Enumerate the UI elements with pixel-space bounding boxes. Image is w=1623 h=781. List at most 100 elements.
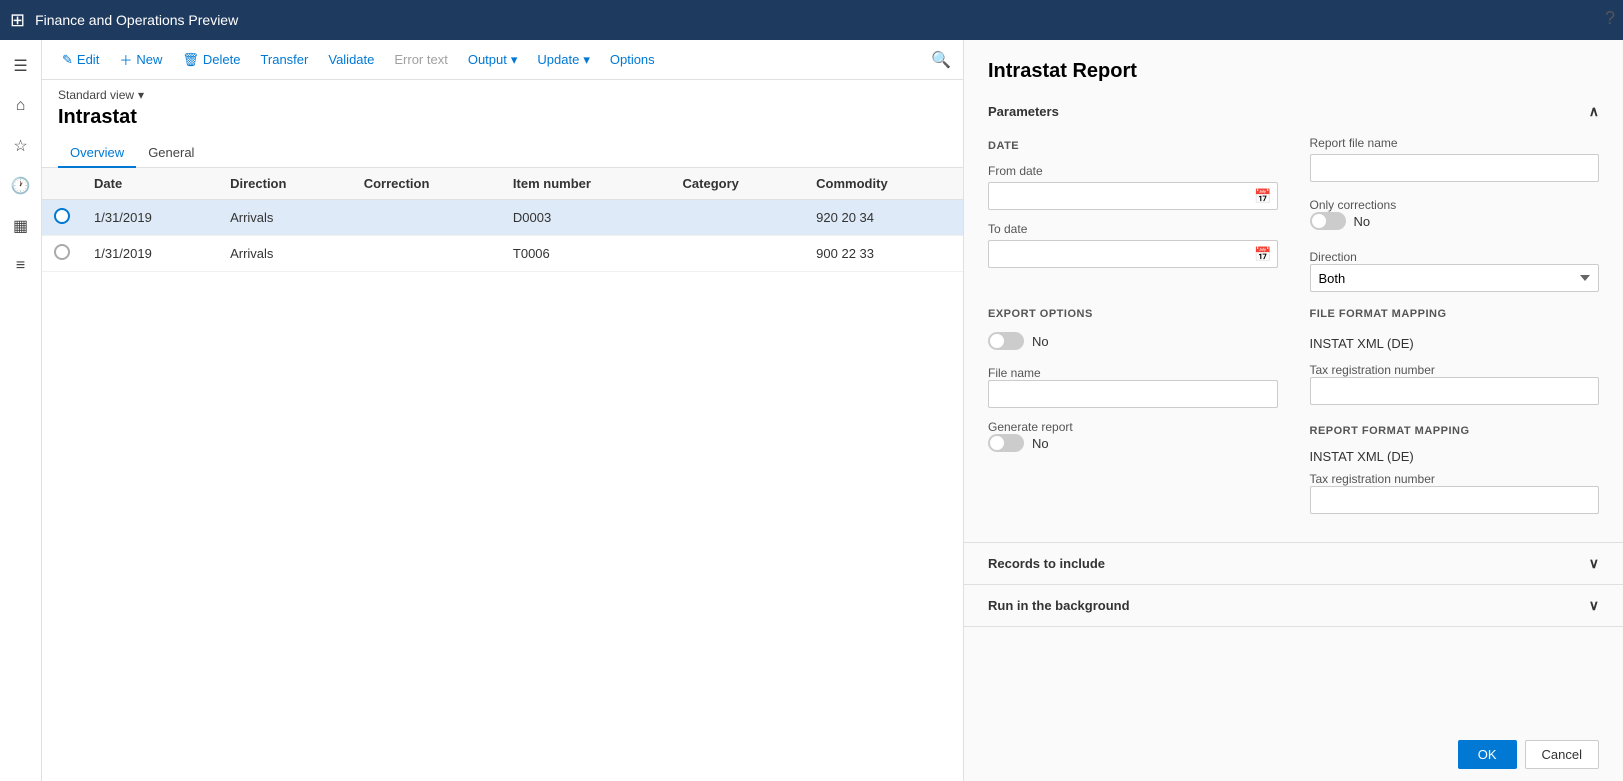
parameters-label: Parameters [988,104,1059,119]
row-direction: Arrivals [218,200,352,236]
row-radio[interactable] [54,244,70,260]
view-label: Standard view [58,88,134,102]
file-format-tax-group: Tax registration number [1310,363,1600,405]
ok-button[interactable]: OK [1458,740,1517,769]
grid-icon[interactable]: ⊞ [10,10,25,31]
report-format-tax-group: Tax registration number [1310,472,1600,514]
intrastat-table: Date Direction Correction Item number Ca… [42,168,963,272]
table-row[interactable]: 1/31/2019 Arrivals D0003 920 20 34 [42,200,963,236]
run-bg-chevron-icon: ∨ [1589,597,1599,614]
row-commodity: 900 22 33 [804,236,963,272]
records-chevron-icon: ∨ [1589,555,1599,572]
transfer-button[interactable]: Transfer [252,48,316,71]
generate-file-row: No [988,332,1278,350]
error-text-button[interactable]: Error text [386,48,455,71]
run-in-background-label: Run in the background [988,598,1130,613]
run-in-background-header[interactable]: Run in the background ∨ [964,585,1623,626]
row-correction [352,236,501,272]
col-select [42,168,82,200]
generate-report-label: Generate report [988,420,1278,434]
only-corrections-label: Only corrections [1310,198,1600,212]
records-to-include-section: Records to include ∨ [964,543,1623,585]
col-correction[interactable]: Correction [352,168,501,200]
report-file-name-input[interactable] [1310,154,1600,182]
from-date-label: From date [988,164,1278,178]
nav-workspaces-icon[interactable]: ▦ [3,208,39,244]
export-options-row: EXPORT OPTIONS No File name Generate rep… [988,304,1599,514]
row-direction: Arrivals [218,236,352,272]
nav-home-icon[interactable]: ⌂ [3,88,39,124]
nav-modules-icon[interactable]: ≡ [3,248,39,284]
run-in-background-section: Run in the background ∨ [964,585,1623,627]
to-date-label: To date [988,222,1278,236]
nav-recent-icon[interactable]: 🕐 [3,168,39,204]
file-name-group: File name [988,366,1278,408]
file-format-tax-reg-input[interactable] [1310,377,1600,405]
new-button[interactable]: ＋ New [111,46,170,73]
row-select-cell [42,200,82,236]
page-title: Intrastat [58,106,947,129]
content-area: ✎ Edit ＋ New 🗑 Delete Transfer Validate … [42,40,963,781]
parameters-chevron-icon: ∧ [1589,103,1599,120]
from-date-input[interactable] [988,182,1278,210]
output-dropdown-icon: ▾ [511,52,518,68]
table-row[interactable]: 1/31/2019 Arrivals T0006 900 22 33 [42,236,963,272]
cancel-button[interactable]: Cancel [1525,740,1599,769]
generate-file-value: No [1032,334,1049,349]
col-direction[interactable]: Direction [218,168,352,200]
records-to-include-label: Records to include [988,556,1105,571]
nav-favorites-icon[interactable]: ☆ [3,128,39,164]
nav-menu-icon[interactable]: ☰ [3,48,39,84]
generate-report-toggle-row: No [988,434,1278,452]
row-category [671,200,805,236]
help-icon[interactable]: ? [1605,8,1615,29]
update-dropdown-icon: ▾ [583,52,590,68]
report-format-tax-reg-input[interactable] [1310,486,1600,514]
row-select-cell [42,236,82,272]
generate-file-toggle[interactable] [988,332,1024,350]
col-date[interactable]: Date [82,168,218,200]
from-date-calendar-icon[interactable]: 📅 [1254,188,1271,205]
to-date-input[interactable] [988,240,1278,268]
edit-button[interactable]: ✎ Edit [54,48,107,72]
row-date: 1/31/2019 [82,236,218,272]
panel-title: Intrastat Report [964,40,1623,91]
row-radio[interactable] [54,208,70,224]
records-to-include-header[interactable]: Records to include ∨ [964,543,1623,584]
direction-row: Direction Both Arrivals Dispatches [1310,250,1600,292]
generate-report-group: Generate report No [988,420,1278,460]
view-chevron-icon: ▾ [138,88,144,102]
only-corrections-toggle[interactable] [1310,212,1346,230]
delete-button[interactable]: 🗑 Delete [174,48,248,72]
tab-general[interactable]: General [136,139,206,168]
right-panel: Intrastat Report Parameters ∧ DATE From … [963,40,1623,781]
direction-label: Direction [1310,250,1600,264]
report-format-tax-reg-label: Tax registration number [1310,472,1600,486]
direction-select[interactable]: Both Arrivals Dispatches [1310,264,1600,292]
row-commodity: 920 20 34 [804,200,963,236]
output-button[interactable]: Output ▾ [460,48,526,72]
app-title: Finance and Operations Preview [35,12,238,28]
options-button[interactable]: Options [602,48,663,71]
update-button[interactable]: Update ▾ [529,48,597,72]
col-item-number[interactable]: Item number [501,168,671,200]
generate-report-toggle[interactable] [988,434,1024,452]
parameters-section-header[interactable]: Parameters ∧ [964,91,1623,132]
file-format-mapping-value: INSTAT XML (DE) [1310,332,1600,355]
file-name-input[interactable] [988,380,1278,408]
tab-overview[interactable]: Overview [58,139,136,168]
report-format-mapping-label: REPORT FORMAT MAPPING [1310,425,1600,437]
validate-button[interactable]: Validate [320,48,382,71]
view-selector[interactable]: Standard view ▾ [58,88,947,102]
row-item-number: T0006 [501,236,671,272]
date-row: DATE From date 📅 To date 📅 Rep [988,136,1599,292]
main-layout: ☰ ⌂ ☆ 🕐 ▦ ≡ ✎ Edit ＋ New 🗑 Delete Transf… [0,40,1623,781]
date-col: DATE From date 📅 To date 📅 [988,136,1278,292]
row-item-number[interactable]: D0003 [501,200,671,236]
search-icon[interactable]: 🔍 [931,50,951,70]
to-date-calendar-icon[interactable]: 📅 [1254,246,1271,263]
report-file-col: Report file name Only corrections No Dir… [1310,136,1600,292]
export-options-col: EXPORT OPTIONS No File name Generate rep… [988,304,1278,514]
col-commodity[interactable]: Commodity [804,168,963,200]
col-category[interactable]: Category [671,168,805,200]
